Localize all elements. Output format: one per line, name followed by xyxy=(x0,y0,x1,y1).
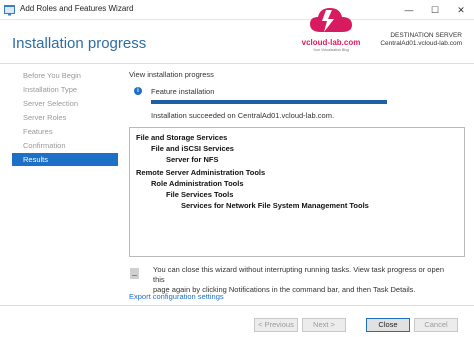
sidebar-item-server-selection[interactable]: Server Selection xyxy=(12,97,118,110)
vcloud-logo-icon xyxy=(310,8,352,32)
main-content: View installation progress i Feature ins… xyxy=(122,65,474,305)
wizard-steps-sidebar: Before You Begin Installation Type Serve… xyxy=(0,65,122,305)
wizard-app-icon xyxy=(4,5,15,16)
info-icon: i xyxy=(134,87,142,95)
installation-status: Installation succeeded on CentralAd01.vc… xyxy=(151,111,335,120)
title-bar: Add Roles and Features Wizard — ☐ ✕ xyxy=(0,0,474,20)
progress-bar-fill xyxy=(151,100,387,104)
result-item: File Services Tools xyxy=(166,190,234,199)
sidebar-item-results[interactable]: Results xyxy=(12,153,118,166)
next-button[interactable]: Next > xyxy=(302,318,346,332)
result-item: File and iSCSI Services xyxy=(151,144,234,153)
close-button[interactable]: Close xyxy=(366,318,410,332)
progress-label: Feature installation xyxy=(151,87,215,96)
wizard-footer: < Previous Next > Close Cancel xyxy=(0,305,474,337)
window-title: Add Roles and Features Wizard xyxy=(20,4,134,13)
minimize-button[interactable]: — xyxy=(396,0,422,20)
result-item: Role Administration Tools xyxy=(151,179,244,188)
close-wizard-note: You can close this wizard without interr… xyxy=(153,265,453,295)
note-line: You can close this wizard without interr… xyxy=(153,265,444,284)
result-item: Server for NFS xyxy=(166,155,219,164)
section-title: View installation progress xyxy=(129,70,214,79)
destination-server-value: CentralAd01.vcloud-lab.com xyxy=(380,40,462,47)
logo-tagline: Your Virtualization Blog xyxy=(313,48,349,52)
page-title: Installation progress xyxy=(12,35,147,52)
installation-progress-bar xyxy=(151,100,387,104)
sidebar-item-confirmation[interactable]: Confirmation xyxy=(12,139,118,152)
destination-server-label: DESTINATION SERVER xyxy=(390,32,462,39)
results-list: File and Storage Services File and iSCSI… xyxy=(129,127,465,257)
result-item: File and Storage Services xyxy=(136,133,228,142)
result-item: Remote Server Administration Tools xyxy=(136,168,266,177)
result-item: Services for Network File System Managem… xyxy=(181,201,369,210)
sidebar-item-installation-type[interactable]: Installation Type xyxy=(12,83,118,96)
sidebar-item-before-you-begin[interactable]: Before You Begin xyxy=(12,69,118,82)
previous-button[interactable]: < Previous xyxy=(254,318,298,332)
logo-text: vcloud-lab.com xyxy=(301,38,361,47)
close-window-button[interactable]: ✕ xyxy=(448,0,474,20)
sidebar-item-features[interactable]: Features xyxy=(12,125,118,138)
maximize-button[interactable]: ☐ xyxy=(422,0,448,20)
export-configuration-link[interactable]: Export configuration settings xyxy=(129,292,224,301)
notifications-note-icon xyxy=(130,268,139,279)
wizard-header: Installation progress DESTINATION SERVER… xyxy=(0,20,474,64)
cancel-button[interactable]: Cancel xyxy=(414,318,458,332)
sidebar-item-server-roles[interactable]: Server Roles xyxy=(12,111,118,124)
